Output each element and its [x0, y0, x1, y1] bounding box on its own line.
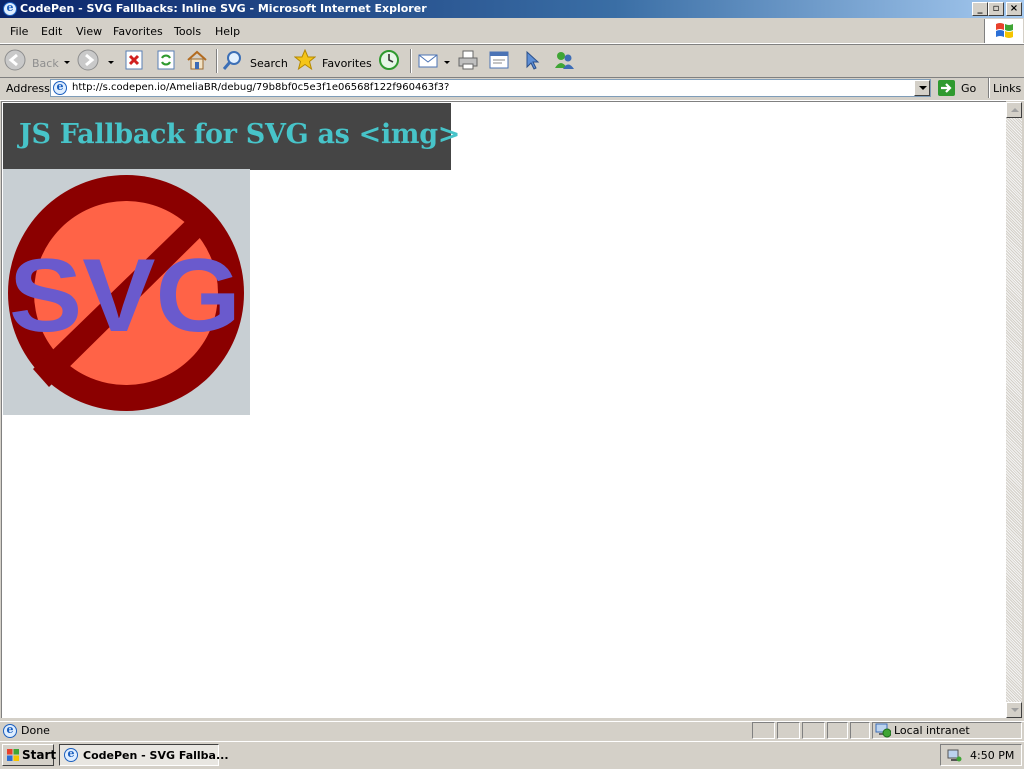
- windows-logo: [984, 19, 1023, 43]
- pointer-icon: [526, 50, 540, 70]
- close-button[interactable]: ×: [1006, 2, 1022, 16]
- start-label: Start: [22, 748, 57, 762]
- taskbar-window-title: CodePen - SVG Fallba...: [83, 749, 229, 762]
- back-label: Back: [32, 57, 59, 70]
- status-bar: [0, 721, 1024, 741]
- chevron-up-icon: [1011, 108, 1019, 112]
- stop-icon: [125, 50, 143, 70]
- search-label: Search: [250, 57, 288, 70]
- refresh-button[interactable]: [155, 48, 179, 74]
- menu-favorites[interactable]: Favorites: [113, 25, 163, 38]
- page-ie-icon: e: [53, 80, 67, 95]
- scroll-up-button[interactable]: [1006, 102, 1022, 118]
- network-tray-icon[interactable]: [946, 747, 962, 763]
- page-viewport[interactable]: JS Fallback for SVG as <img> SVG: [1, 101, 1006, 718]
- go-arrow-icon: [938, 80, 955, 96]
- windows-flag-icon: [996, 23, 1013, 38]
- print-button[interactable]: [457, 48, 483, 74]
- back-dropdown-icon[interactable]: [64, 61, 70, 64]
- messenger-people-icon: [555, 52, 574, 69]
- vertical-scrollbar[interactable]: [1006, 102, 1022, 718]
- maximize-button[interactable]: ▫: [988, 2, 1004, 16]
- favorites-button[interactable]: Favorites: [294, 48, 372, 74]
- toolbar-separator: [216, 49, 218, 73]
- menu-help[interactable]: Help: [215, 25, 240, 38]
- menu-edit[interactable]: Edit: [41, 25, 62, 38]
- minimize-button[interactable]: _: [972, 2, 988, 16]
- back-arrow-icon: [4, 49, 26, 71]
- page-heading: JS Fallback for SVG as <img>: [19, 119, 461, 150]
- messenger-button[interactable]: [553, 48, 579, 74]
- menu-tools[interactable]: Tools: [174, 25, 201, 38]
- menu-bar: File Edit View Favorites Tools Help: [0, 19, 1024, 44]
- edit-page-icon: [489, 51, 509, 69]
- links-separator: [988, 78, 990, 98]
- chevron-down-icon: [1011, 708, 1019, 712]
- status-pane: [802, 722, 825, 739]
- history-icon: [379, 50, 399, 70]
- favorites-star-icon: [294, 49, 316, 71]
- window-title: CodePen - SVG Fallbacks: Inline SVG - Mi…: [20, 2, 427, 15]
- history-button[interactable]: [378, 48, 404, 74]
- no-svg-icon: SVG: [8, 175, 244, 411]
- status-page-icon: e: [3, 723, 17, 738]
- back-button[interactable]: Back: [4, 48, 74, 74]
- zone-text: Local intranet: [894, 724, 970, 737]
- favorites-label: Favorites: [322, 57, 372, 70]
- forward-button[interactable]: [77, 48, 117, 74]
- forward-dropdown-icon[interactable]: [108, 61, 114, 64]
- search-icon: [222, 51, 241, 70]
- ie-taskbar-icon: e: [64, 747, 78, 762]
- go-label: Go: [961, 82, 977, 95]
- messenger-cursor-button[interactable]: [520, 48, 546, 74]
- edit-button[interactable]: [488, 48, 514, 74]
- address-label: Address: [6, 82, 50, 95]
- menu-view[interactable]: View: [76, 25, 102, 38]
- status-text: Done: [21, 724, 50, 737]
- address-dropdown-button[interactable]: [914, 80, 930, 96]
- taskbar-ie-window[interactable]: e CodePen - SVG Fallba...: [59, 744, 229, 766]
- forward-arrow-icon: [77, 49, 99, 71]
- status-pane: [777, 722, 800, 739]
- home-icon: [187, 50, 207, 70]
- svg-text: SVG: [9, 238, 241, 354]
- status-pane: [850, 722, 870, 739]
- chevron-down-icon: [919, 86, 927, 90]
- standard-toolbar: Back Search Favorites: [0, 44, 1024, 78]
- mail-icon: [418, 54, 438, 68]
- ie-app-icon: e: [3, 1, 17, 16]
- clock[interactable]: 4:50 PM: [970, 749, 1014, 762]
- mail-dropdown-icon[interactable]: [444, 61, 450, 64]
- mail-button[interactable]: [417, 48, 453, 74]
- search-button[interactable]: Search: [222, 48, 288, 74]
- start-button[interactable]: Start: [2, 744, 57, 766]
- address-url[interactable]: http://s.codepen.io/AmeliaBR/debug/79b8b…: [72, 82, 912, 93]
- print-icon: [458, 50, 478, 70]
- page-heading-banner: JS Fallback for SVG as <img>: [3, 103, 460, 170]
- home-button[interactable]: [186, 48, 210, 74]
- scroll-down-button[interactable]: [1006, 702, 1022, 718]
- local-intranet-icon: [875, 723, 891, 738]
- toolbar-separator: [410, 49, 412, 73]
- status-pane: [752, 722, 775, 739]
- windows-flag-icon: [7, 749, 19, 761]
- refresh-icon: [157, 50, 175, 70]
- links-button[interactable]: Links: [993, 82, 1021, 95]
- status-pane: [827, 722, 848, 739]
- stop-button[interactable]: [123, 48, 147, 74]
- title-bar[interactable]: e CodePen - SVG Fallbacks: Inline SVG - …: [0, 0, 1024, 18]
- svg-fallback-image: SVG: [3, 169, 250, 415]
- menu-file[interactable]: File: [10, 25, 28, 38]
